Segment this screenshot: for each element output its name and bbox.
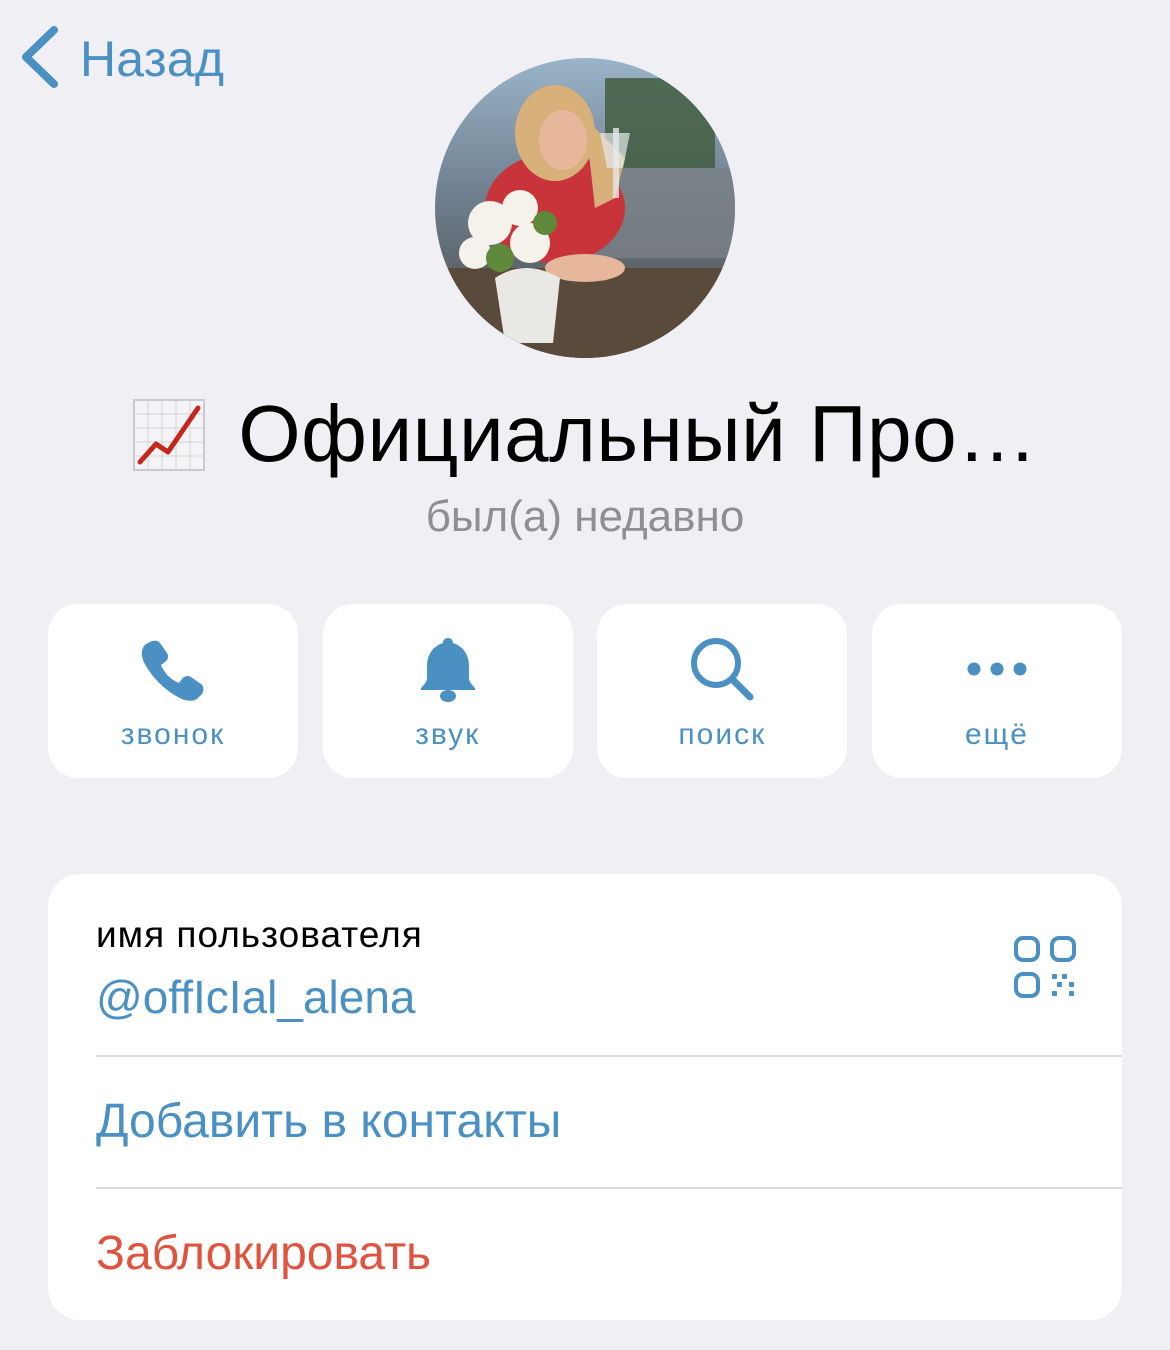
last-seen-status: был(а) недавно (425, 492, 745, 541)
chevron-left-icon (18, 24, 62, 95)
search-button[interactable]: поиск (597, 604, 848, 778)
chart-increasing-icon (132, 394, 206, 474)
back-button[interactable]: Назад (18, 22, 224, 96)
back-label: Назад (80, 31, 225, 87)
block-button[interactable]: Заблокировать (48, 1188, 1122, 1320)
bell-icon (413, 634, 483, 704)
call-button[interactable]: звонок (48, 604, 298, 778)
add-contact-button[interactable]: Добавить в контакты (48, 1056, 1122, 1188)
qr-code-icon[interactable] (1012, 934, 1078, 1000)
info-card: имя пользователя @offIcIal_alena Добавит… (48, 874, 1122, 1320)
profile-screen: Назад Официальный Про… был(а) недавно зв… (0, 0, 1170, 1350)
sound-button[interactable]: звук (322, 604, 573, 778)
profile-name-row: Официальный Про… (0, 388, 1170, 480)
more-icon (962, 634, 1032, 704)
username-value[interactable]: @offIcIal_alena (96, 970, 416, 1024)
profile-name: Официальный Про… (238, 389, 1038, 478)
username-caption: имя пользователя (96, 914, 423, 955)
phone-icon (138, 634, 208, 704)
search-label: поиск (678, 718, 767, 751)
add-contact-label: Добавить в контакты (96, 1095, 562, 1148)
search-icon (687, 634, 757, 704)
call-label: звонок (120, 718, 226, 751)
username-row[interactable]: имя пользователя @offIcIal_alena (48, 874, 1122, 1056)
more-button[interactable]: ещё (871, 604, 1122, 778)
more-label: ещё (964, 718, 1029, 751)
action-bar: звонок звук поиск ещё (48, 604, 1122, 778)
block-label: Заблокировать (96, 1227, 432, 1280)
sound-label: звук (415, 718, 481, 751)
avatar[interactable] (435, 58, 735, 358)
